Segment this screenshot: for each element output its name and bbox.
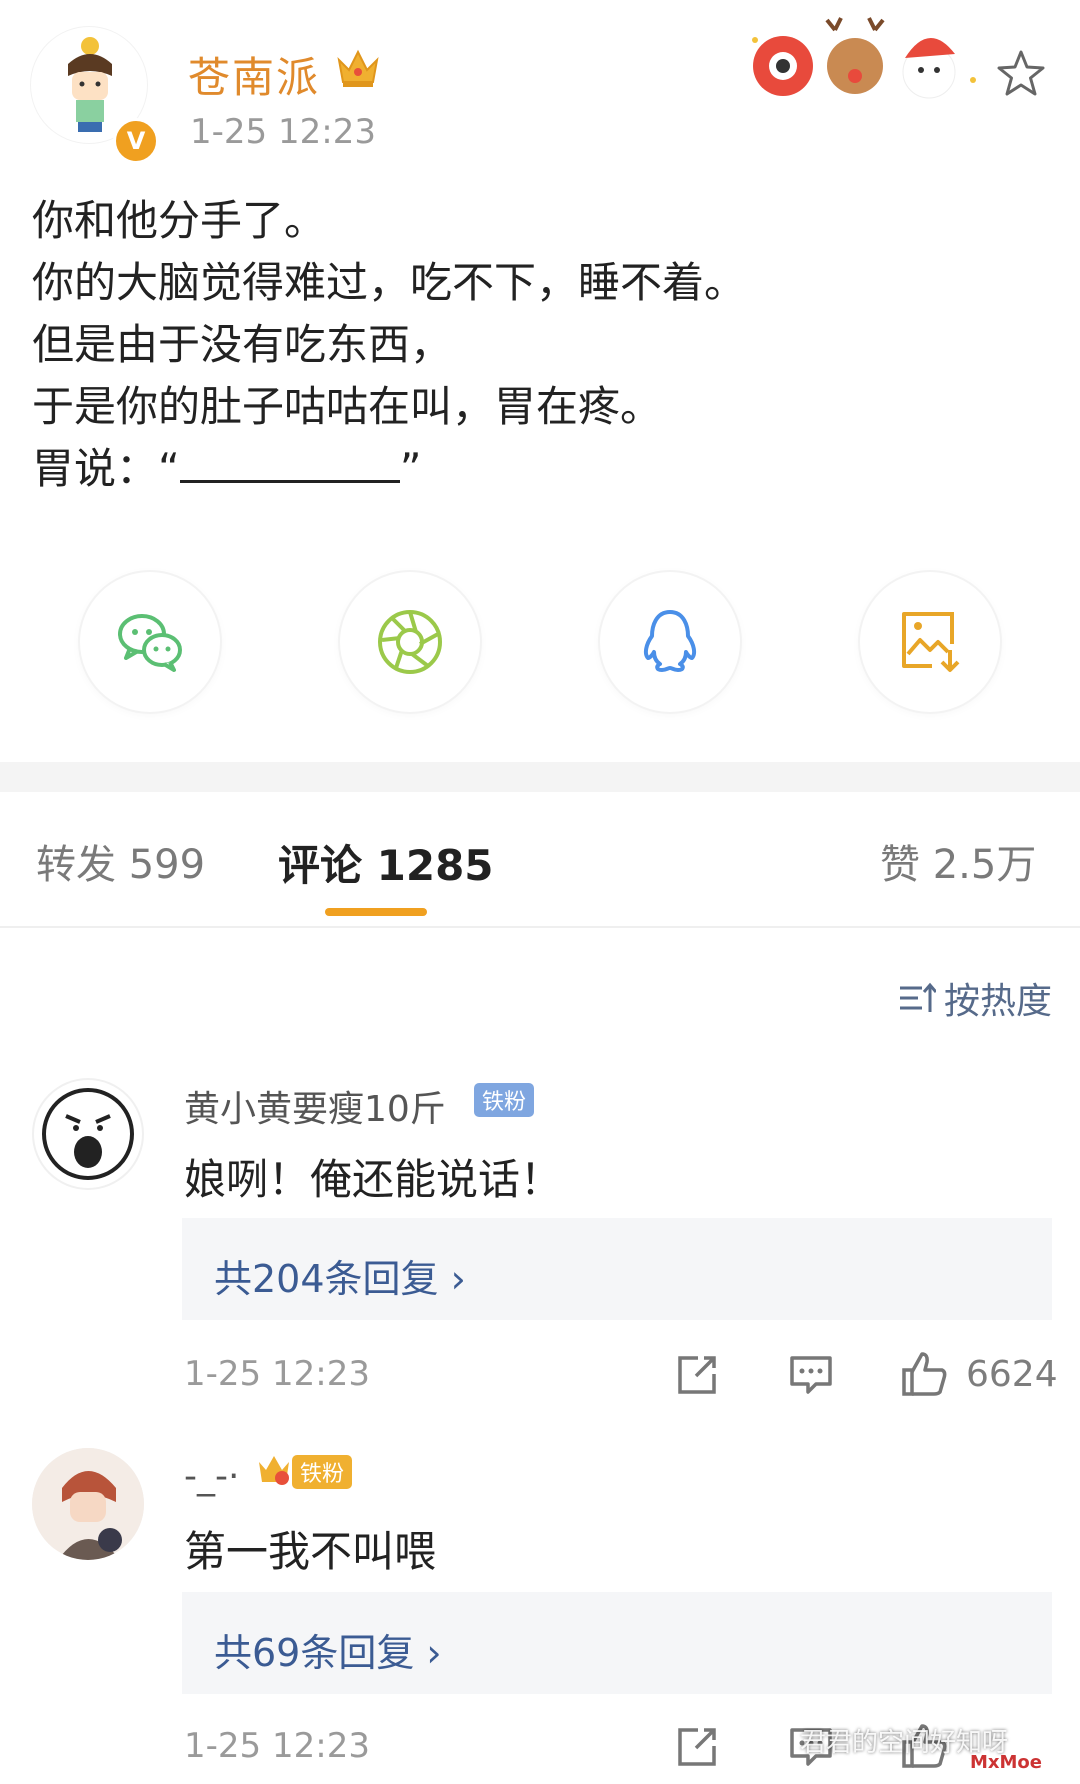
save-image-button[interactable]	[860, 572, 1000, 712]
fan-badge: 铁粉	[292, 1455, 353, 1489]
fill-in-blank	[179, 438, 400, 483]
post-content: 你和他分手了。 你的大脑觉得难过，吃不下，睡不着。 但是由于没有吃东西， 于是你…	[32, 190, 1032, 500]
replies-count: 共204条回复 ›	[214, 1257, 466, 1301]
sort-label: 按热度	[944, 981, 1053, 1022]
post-line: 你和他分手了。	[32, 196, 327, 245]
vip-crown-icon	[259, 1456, 289, 1485]
author-name[interactable]: 苍南派	[188, 44, 320, 105]
sort-icon	[900, 982, 936, 1012]
section-divider	[0, 762, 1080, 792]
thumbs-up-icon[interactable]	[900, 1350, 948, 1398]
commenter-avatar[interactable]	[32, 1448, 144, 1560]
watermark-logo: MxMoe	[970, 1752, 1043, 1773]
share-moments-button[interactable]	[340, 572, 480, 712]
tab-likes[interactable]: 赞 2.5万	[880, 832, 1036, 890]
view-replies-button[interactable]: 共69条回复 ›	[182, 1592, 1052, 1694]
post-time: 1-25 12:23	[190, 112, 376, 152]
tab-comments[interactable]: 评论 1285	[278, 832, 494, 893]
like-count: 6624	[966, 1354, 1058, 1395]
fan-badge: 铁粉	[474, 1083, 535, 1117]
shouting-face-avatar-icon	[42, 1088, 134, 1180]
share-qq-button[interactable]	[600, 572, 740, 712]
verified-badge-icon: V	[113, 118, 159, 164]
tabs-divider	[0, 926, 1080, 928]
comment-text: 第一我不叫喂	[184, 1527, 437, 1576]
repost-icon[interactable]	[674, 1724, 720, 1770]
post-line: 但是由于没有吃东西，	[32, 320, 453, 369]
wechat-icon	[118, 614, 182, 672]
commenter-name[interactable]: -_-·	[184, 1456, 239, 1497]
view-replies-button[interactable]: 共204条回复 ›	[182, 1218, 1052, 1320]
tab-active-indicator	[325, 908, 427, 916]
save-image-icon	[902, 612, 960, 672]
tab-repost[interactable]: 转发 599	[36, 832, 205, 890]
qq-penguin-icon	[643, 610, 697, 672]
comment-text: 娘咧！俺还能说话！	[184, 1155, 563, 1204]
star-favorite-icon[interactable]	[995, 48, 1047, 100]
comment-time: 1-25 12:23	[184, 1354, 370, 1394]
anime-character-avatar-icon	[32, 1448, 144, 1560]
post-line: 你的大脑觉得难过，吃不下，睡不着。	[32, 258, 747, 307]
commenter-avatar[interactable]	[32, 1078, 144, 1190]
post-line-prefix: 胃说：“	[32, 444, 180, 493]
post-line-suffix: ”	[399, 444, 422, 493]
repost-icon[interactable]	[674, 1352, 720, 1398]
commenter-name[interactable]: 黄小黄要瘦10斤	[184, 1080, 446, 1132]
sort-by-hot-button[interactable]: 按热度	[898, 972, 1052, 1024]
comment-time: 1-25 12:23	[184, 1726, 370, 1766]
share-wechat-button[interactable]	[80, 572, 220, 712]
replies-count: 共69条回复 ›	[214, 1631, 442, 1675]
post-line: 于是你的肚子咕咕在叫，胃在疼。	[32, 382, 663, 431]
crown-icon	[337, 49, 379, 87]
festive-sticker-icon	[752, 17, 976, 99]
post-line-last: 胃说：“ ”	[32, 438, 1032, 500]
moments-aperture-icon	[378, 610, 442, 674]
comment-icon[interactable]	[788, 1352, 834, 1398]
